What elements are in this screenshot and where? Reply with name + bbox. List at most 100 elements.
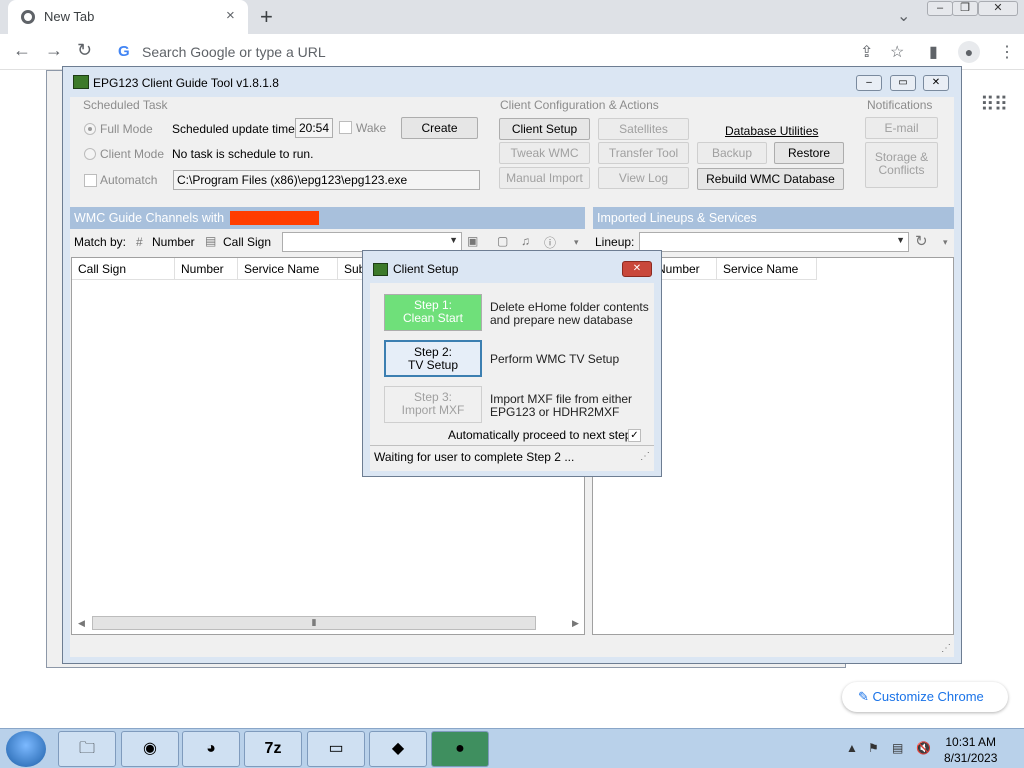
col-call-sign[interactable]: Call Sign xyxy=(72,258,175,280)
info-filter-icon[interactable]: ⓘ xyxy=(544,234,556,251)
restore-button-db[interactable]: Restore xyxy=(774,142,844,164)
refresh-icon[interactable]: ↻ xyxy=(915,232,928,250)
col-service-name[interactable]: Service Name xyxy=(238,258,338,280)
rebuild-wmc-button[interactable]: Rebuild WMC Database xyxy=(697,168,844,190)
chrome-taskbar-icon[interactable]: ◉ xyxy=(121,731,179,767)
share-icon[interactable]: ⇪ xyxy=(860,42,873,62)
dialog-resize-grip-icon[interactable]: ⋰ xyxy=(640,446,650,468)
volume-muted-icon[interactable]: 🔇 xyxy=(916,741,931,755)
minimize-button[interactable]: – xyxy=(927,1,953,16)
transfer-tool-button[interactable]: Transfer Tool xyxy=(598,142,689,164)
firefox-taskbar-icon[interactable]: ◕ xyxy=(182,731,240,767)
back-arrow-icon[interactable]: ← xyxy=(13,40,31,61)
epg-minimize-button[interactable]: – xyxy=(856,75,882,91)
create-button[interactable]: Create xyxy=(401,117,478,139)
restore-button[interactable]: ❐ xyxy=(952,1,978,16)
menu-dots-icon[interactable]: ⋮ xyxy=(999,42,1015,62)
scroll-right-arrow-icon[interactable]: ▶ xyxy=(572,618,579,629)
dialog-close-button[interactable]: ✕ xyxy=(622,261,652,277)
explorer-taskbar-icon[interactable]: 🗀 xyxy=(58,731,116,767)
step2-line2: TV Setup xyxy=(407,358,459,372)
bookmark-star-icon[interactable]: ☆ xyxy=(890,42,904,62)
notifications-group: Notifications xyxy=(867,98,933,112)
side-panel-icon[interactable]: ▮ xyxy=(929,42,938,62)
resize-grip-icon[interactable]: ⋰ xyxy=(941,643,951,654)
auto-proceed-checkbox[interactable]: ✓ xyxy=(628,429,641,442)
browser-toolbar: ← → ↻ G Search Google or type a URL ⇪ ☆ … xyxy=(0,34,1024,70)
chrome-favicon-icon xyxy=(21,10,35,24)
network-icon[interactable]: ▤ xyxy=(892,741,903,755)
tab-search-chevron-icon[interactable]: ⌄ xyxy=(897,6,910,26)
wake-checkbox[interactable] xyxy=(339,121,352,134)
match-call-sign-label[interactable]: Call Sign xyxy=(223,235,271,249)
col-right-service-name[interactable]: Service Name xyxy=(717,258,817,280)
tv-app-icon xyxy=(373,263,388,276)
omnibox-placeholder[interactable]: Search Google or type a URL xyxy=(142,44,326,60)
music-filter-icon[interactable]: ♫ xyxy=(521,234,530,248)
view-log-button[interactable]: View Log xyxy=(598,167,689,189)
dropdown-arrow-icon: ▼ xyxy=(896,235,905,245)
call-sign-icon[interactable]: ▤ xyxy=(205,234,216,248)
satellites-button[interactable]: Satellites xyxy=(598,118,689,140)
epg-close-button[interactable]: ✕ xyxy=(923,75,949,91)
client-mode-label: Client Mode xyxy=(100,147,165,161)
step3-line1: Step 3: xyxy=(413,390,453,404)
step3-import-mxf-button[interactable]: Step 3: Import MXF xyxy=(384,386,482,423)
epg-maximize-button[interactable]: ▭ xyxy=(890,75,916,91)
tab-close-button[interactable]: × xyxy=(226,7,235,24)
new-tab-button[interactable]: + xyxy=(260,4,273,30)
exe-path-field[interactable]: C:\Program Files (x86)\epg123\epg123.exe xyxy=(173,170,480,190)
step2-tv-setup-button[interactable]: Step 2: TV Setup xyxy=(384,340,482,377)
backup-button[interactable]: Backup xyxy=(697,142,767,164)
reload-icon[interactable]: ↻ xyxy=(77,40,92,61)
tab-title: New Tab xyxy=(44,9,95,24)
epg123-client-taskbar-icon[interactable]: ● xyxy=(431,731,489,767)
match-number-label[interactable]: Number xyxy=(152,235,195,249)
tray-expand-icon[interactable]: ▲ xyxy=(846,741,858,755)
left-overflow-icon[interactable]: ▾ xyxy=(574,237,579,248)
task-status-text: No task is schedule to run. xyxy=(172,147,314,161)
windows-media-center-taskbar-icon[interactable]: ◆ xyxy=(369,731,427,767)
storage-conflicts-line2: Conflicts xyxy=(878,163,925,177)
number-hash-icon[interactable]: # xyxy=(136,235,143,249)
action-center-flag-icon[interactable]: ⚑ xyxy=(868,741,879,755)
right-overflow-icon[interactable]: ▾ xyxy=(943,237,948,248)
7zip-taskbar-icon[interactable]: 7z xyxy=(244,731,302,767)
forward-arrow-icon[interactable]: → xyxy=(45,40,63,61)
system-clock[interactable]: 10:31 AM 8/31/2023 xyxy=(944,734,997,766)
custom-labels-highlight[interactable]: Custom Labels xyxy=(229,211,319,225)
close-window-button[interactable]: ✕ xyxy=(978,1,1018,16)
email-button[interactable]: E-mail xyxy=(865,117,938,139)
client-mode-radio[interactable] xyxy=(84,148,96,160)
tv-filter-icon[interactable]: ▢ xyxy=(497,234,508,248)
customize-chrome-button[interactable]: ✎ Customize Chrome xyxy=(842,682,1008,712)
wake-label: Wake xyxy=(356,121,387,135)
scroll-left-arrow-icon[interactable]: ◀ xyxy=(78,618,85,629)
profile-avatar-icon[interactable]: ● xyxy=(958,41,980,63)
tweak-wmc-button[interactable]: Tweak WMC xyxy=(499,142,590,164)
step3-desc-line2: EPG123 or HDHR2MXF xyxy=(490,405,620,419)
full-mode-radio[interactable] xyxy=(84,123,96,135)
lineup-label: Lineup: xyxy=(595,235,635,249)
tab-new-tab[interactable]: New Tab × xyxy=(8,0,248,34)
step2-line1: Step 2: xyxy=(413,345,453,359)
step1-desc-line1: Delete eHome folder contents xyxy=(490,300,649,314)
start-button-icon[interactable] xyxy=(6,731,46,767)
client-setup-button[interactable]: Client Setup xyxy=(499,118,590,140)
step1-clean-start-button[interactable]: Step 1: Clean Start xyxy=(384,294,482,331)
omnibox[interactable]: G Search Google or type a URL xyxy=(112,38,842,66)
lineup-dropdown[interactable]: ▼ xyxy=(639,232,909,252)
update-time-field[interactable]: 20:54 xyxy=(295,118,333,138)
col-number[interactable]: Number xyxy=(175,258,238,280)
left-filter-dropdown[interactable]: ▼ xyxy=(282,232,462,252)
horizontal-scrollbar-thumb[interactable]: ⦀ xyxy=(92,616,536,630)
channel-list-icon[interactable]: ▣ xyxy=(467,234,478,248)
google-apps-grid-icon[interactable]: ⠿⠿ xyxy=(980,92,1008,117)
epg123-window-title: EPG123 Client Guide Tool v1.8.1.8 xyxy=(93,76,279,90)
automatch-checkbox[interactable] xyxy=(84,174,97,187)
storage-conflicts-button[interactable]: Storage & Conflicts xyxy=(865,142,938,188)
manual-import-button[interactable]: Manual Import xyxy=(499,167,590,189)
dialog-title: Client Setup xyxy=(393,262,459,276)
step3-line2: Import MXF xyxy=(401,403,465,417)
epg123-taskbar-icon[interactable]: ▭ xyxy=(307,731,365,767)
